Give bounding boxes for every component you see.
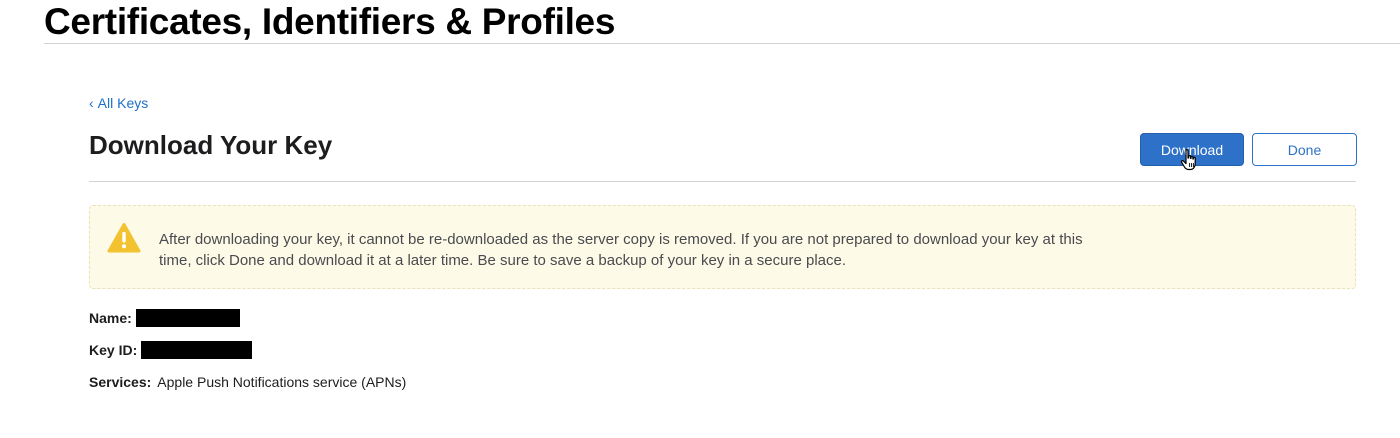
all-keys-back-link[interactable]: ‹ All Keys (89, 95, 148, 111)
pointer-hand-cursor-icon (1180, 149, 1196, 171)
app-title: Certificates, Identifiers & Profiles (44, 1, 616, 42)
header-divider (44, 43, 1400, 44)
warning-icon (107, 223, 141, 253)
page-heading: Download Your Key (89, 130, 333, 160)
redacted-key-id (141, 341, 253, 359)
key-download-page: Certificates, Identifiers & Profiles ‹ Al… (0, 0, 1400, 438)
back-link-label: All Keys (97, 95, 149, 111)
key-id-row: Key ID: (89, 341, 253, 359)
heading-divider (89, 181, 1356, 182)
done-button[interactable]: Done (1252, 133, 1357, 166)
services-label: Services: (89, 374, 152, 390)
warning-alert: After downloading your key, it cannot be… (89, 205, 1356, 289)
alert-message: After downloading your key, it cannot be… (159, 231, 1083, 269)
services-value: Apple Push Notifications service (APNs) (157, 374, 407, 390)
name-label: Name: (89, 310, 132, 326)
chevron-left-icon: ‹ (89, 95, 94, 111)
services-row: Services: Apple Push Notifications servi… (89, 373, 406, 391)
redacted-key-name (135, 309, 240, 327)
key-id-label: Key ID: (89, 342, 138, 358)
key-name-row: Name: (89, 309, 240, 327)
